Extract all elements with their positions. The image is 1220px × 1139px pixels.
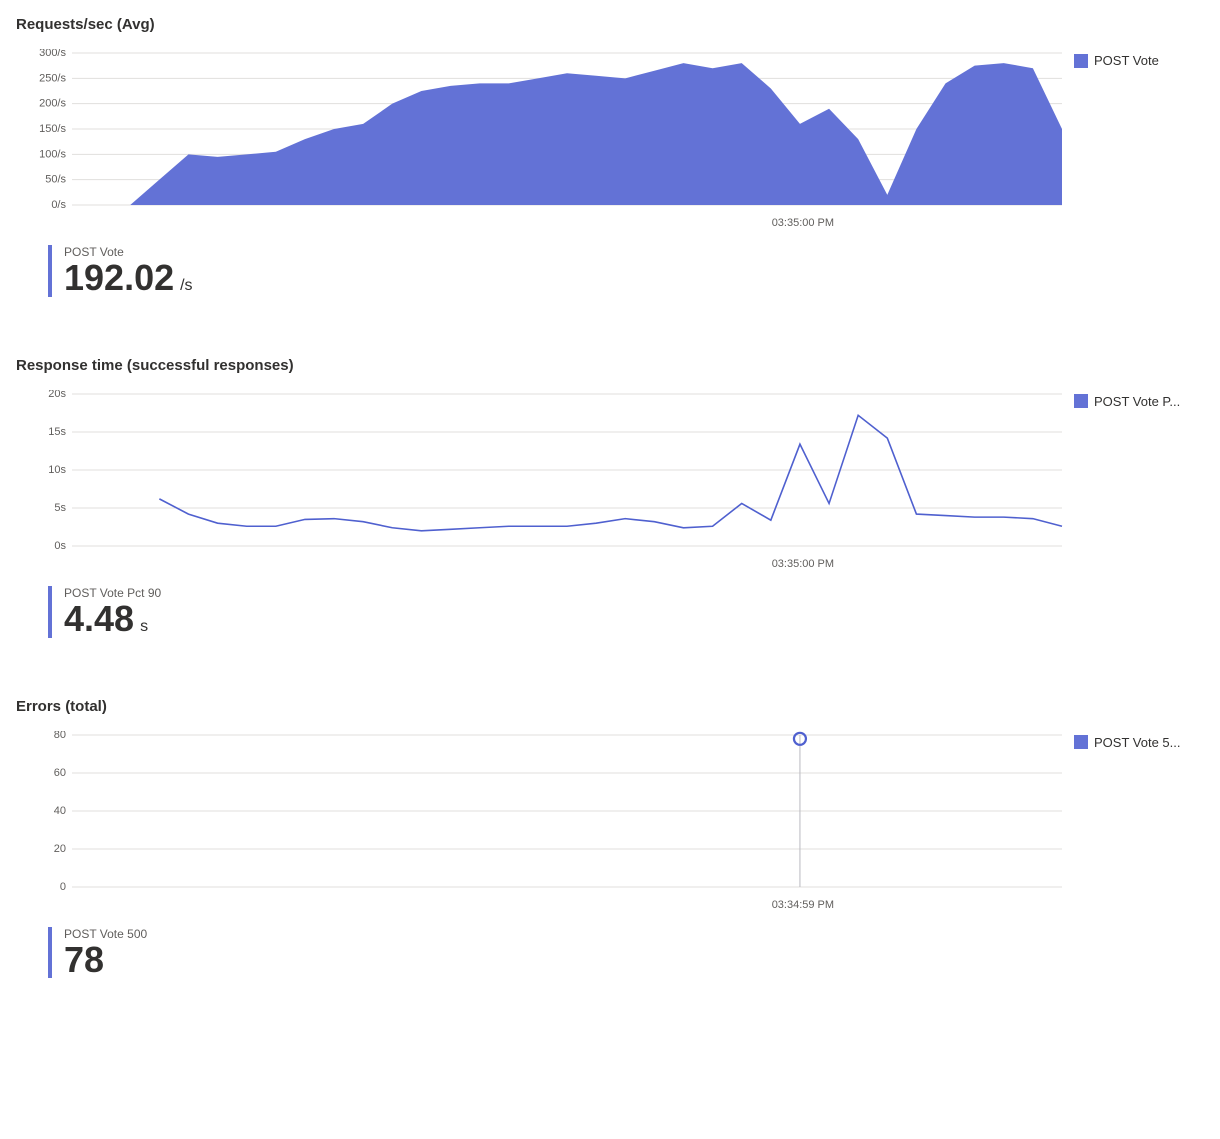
stat-accent-bar: [48, 245, 52, 297]
svg-text:200/s: 200/s: [39, 98, 66, 110]
legend-requests: POST Vote: [1074, 49, 1204, 68]
xaxis-tick: 03:35:00 PM: [772, 217, 834, 229]
stat-value: 4.48: [64, 600, 134, 638]
svg-text:0/s: 0/s: [51, 199, 66, 209]
panel-title-errors: Errors (total): [16, 698, 1204, 715]
svg-text:0s: 0s: [54, 540, 66, 550]
chart-area-requests[interactable]: 0/s 50/s 100/s 150/s 200/s 250/s 300/s: [16, 49, 1066, 209]
legend-errors: POST Vote 5...: [1074, 731, 1204, 750]
svg-text:50/s: 50/s: [45, 174, 66, 186]
svg-text:20: 20: [54, 843, 66, 855]
legend-response: POST Vote P...: [1074, 390, 1204, 409]
panel-response: Response time (successful responses) 0s 5…: [16, 357, 1204, 638]
legend-swatch-icon: [1074, 735, 1088, 749]
legend-item[interactable]: POST Vote 5...: [1074, 735, 1204, 750]
legend-label: POST Vote: [1094, 53, 1159, 68]
stat-value: 192.02: [64, 259, 174, 297]
xaxis-tick: 03:35:00 PM: [772, 558, 834, 570]
stat-unit: /s: [180, 278, 192, 295]
xaxis-response: 03:35:00 PM: [72, 550, 1066, 570]
svg-text:10s: 10s: [48, 464, 66, 476]
legend-item[interactable]: POST Vote: [1074, 53, 1204, 68]
legend-swatch-icon: [1074, 394, 1088, 408]
stat-value: 78: [64, 941, 104, 979]
stat-accent-bar: [48, 927, 52, 979]
legend-label: POST Vote P...: [1094, 394, 1180, 409]
svg-text:0: 0: [60, 881, 66, 891]
svg-text:80: 80: [54, 731, 66, 741]
legend-swatch-icon: [1074, 54, 1088, 68]
svg-text:20s: 20s: [48, 390, 66, 400]
legend-item[interactable]: POST Vote P...: [1074, 394, 1204, 409]
svg-text:300/s: 300/s: [39, 49, 66, 59]
panel-title-requests: Requests/sec (Avg): [16, 16, 1204, 33]
chart-row: 0/s 50/s 100/s 150/s 200/s 250/s 300/s POST Vo…: [16, 49, 1204, 209]
panel-title-response: Response time (successful responses): [16, 357, 1204, 374]
svg-text:250/s: 250/s: [39, 72, 66, 84]
panel-requests: Requests/sec (Avg) 0/s 50/s 100/s 150/s 200/…: [16, 16, 1204, 297]
svg-text:100/s: 100/s: [39, 148, 66, 160]
svg-text:150/s: 150/s: [39, 123, 66, 135]
chart-area-errors[interactable]: 0 20 40 60 80: [16, 731, 1066, 891]
legend-label: POST Vote 5...: [1094, 735, 1180, 750]
stat-accent-bar: [48, 586, 52, 638]
xaxis-tick: 03:34:59 PM: [772, 899, 834, 911]
stat-unit: s: [140, 619, 148, 636]
stat-block-response: POST Vote Pct 90 4.48 s: [16, 586, 1204, 638]
panel-errors: Errors (total) 020406080 POST Vote 5... …: [16, 698, 1204, 979]
chart-row: 0s 5s 10s 15s 20s POST Vote P...: [16, 390, 1204, 550]
chart-row: 0 20 40 60 80 POST Vote 5...: [16, 731, 1204, 891]
stat-block-errors: POST Vote 500 78: [16, 927, 1204, 979]
xaxis-errors: 03:34:59 PM: [72, 891, 1066, 911]
chart-area-response[interactable]: 0s 5s 10s 15s 20s: [16, 390, 1066, 550]
stat-block-requests: POST Vote 192.02 /s: [16, 245, 1204, 297]
svg-text:40: 40: [54, 805, 66, 817]
svg-text:60: 60: [54, 767, 66, 779]
xaxis-requests: 03:35:00 PM: [72, 209, 1066, 229]
svg-text:5s: 5s: [54, 502, 66, 514]
svg-text:15s: 15s: [48, 426, 66, 438]
